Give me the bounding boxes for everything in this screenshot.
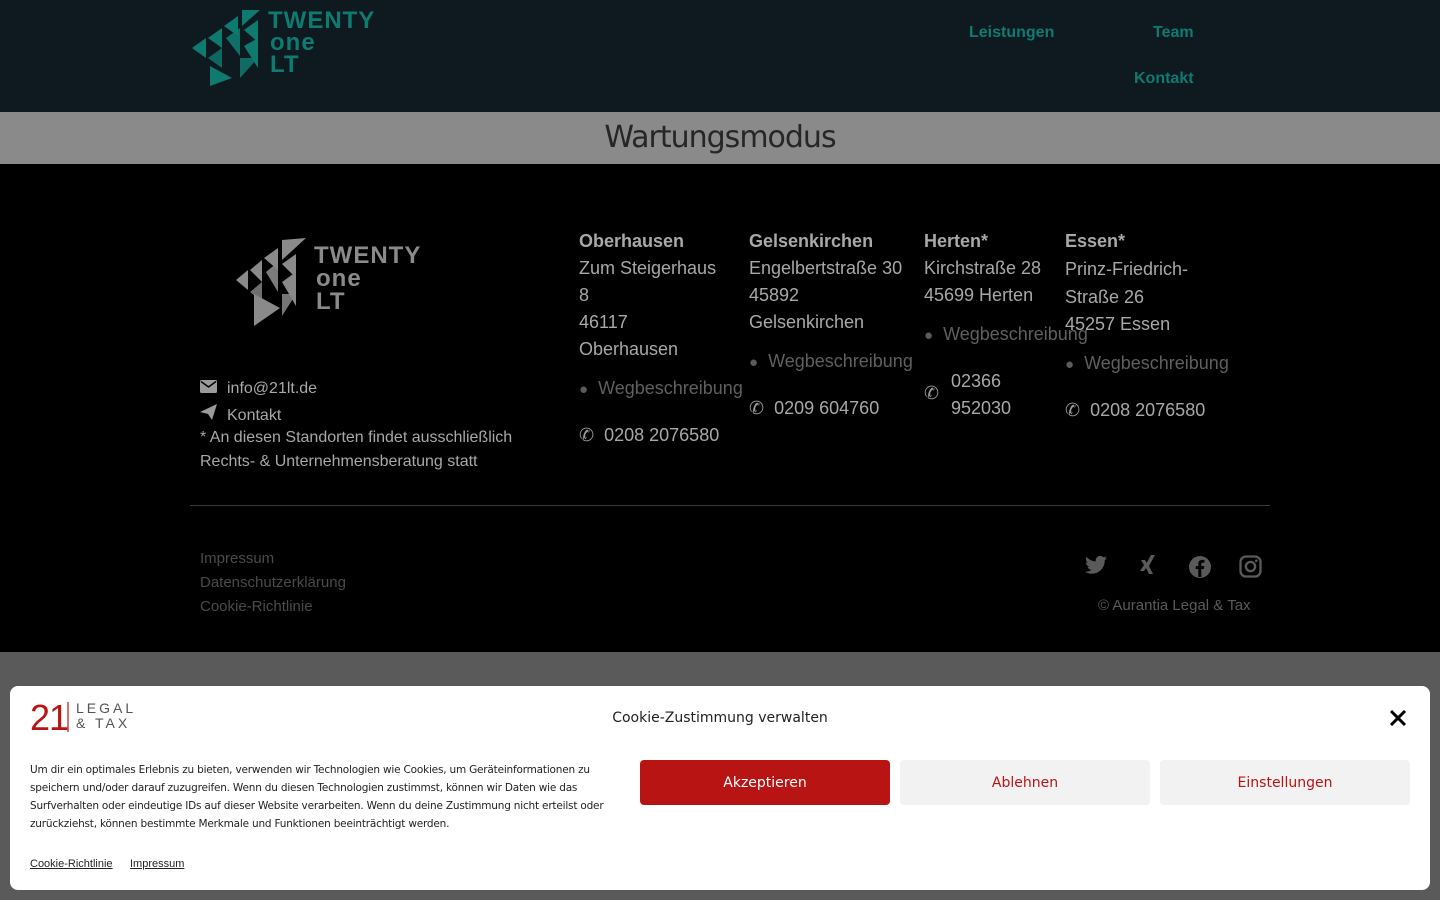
location-address-line: Oberhausen [579,339,679,359]
directions-text[interactable]: Wegbeschreibung [598,378,743,398]
footer-logo-triangles-icon [236,238,306,326]
phone-gelsenkirchen[interactable]: ✆ 0209 604760 [749,395,879,422]
copyright-text: © Aurantia Legal & Tax [1098,597,1251,614]
instagram-icon[interactable] [1239,555,1263,579]
footer-link-cookie-richtlinie[interactable]: Cookie-Richtlinie [200,598,313,615]
footer-divider [190,505,1270,506]
logo-word-3: LT [270,51,300,78]
footer-logo-word-1: TWENTY [314,242,422,269]
cookie-policy-link[interactable]: Cookie-Richtlinie [30,858,113,870]
location-essen: Essen* Prinz-Friedrich- Straße 26 45257 … [1065,228,1215,338]
footer-logo-text: TWENTY one LT [314,242,422,315]
logo-triangles-icon [192,10,260,86]
xing-icon[interactable] [1138,555,1162,579]
nav-leistungen[interactable]: Leistungen [969,24,1054,42]
map-pin-icon: ● [579,381,589,398]
directions-link-oberhausen[interactable]: ● Wegbeschreibung [579,378,743,399]
twitter-icon[interactable] [1084,555,1108,579]
location-address-line: Straße 26 [1065,287,1145,307]
location-city: Herten* [924,231,989,251]
directions-link-herten[interactable]: ● Wegbeschreibung [924,324,1088,345]
location-oberhausen: Oberhausen Zum Steigerhaus 8 46117 Oberh… [579,228,729,363]
phone-icon: ✆ [579,425,595,445]
phone-oberhausen[interactable]: ✆ 0208 2076580 [579,422,719,449]
map-pin-icon: ● [1065,356,1075,373]
location-address-line: Zum Steigerhaus [579,258,717,278]
directions-link-gelsenkirchen[interactable]: ● Wegbeschreibung [749,351,913,372]
footer-logo-word-2: one [316,265,362,292]
paper-plane-icon [200,404,218,425]
impressum-link[interactable]: Impressum [130,858,184,870]
location-address-line: 45699 Herten [924,285,1034,305]
location-city: Gelsenkirchen [749,231,874,251]
cookie-banner-text: Um dir ein optimales Erlebnis zu bieten,… [30,764,604,830]
location-herten: Herten* Kirchstraße 28 45699 Herten [924,228,1064,309]
maintenance-bar: Wartungsmodus [0,112,1440,164]
footer-email-text[interactable]: info@21lt.de [227,380,317,397]
close-icon[interactable] [1386,706,1410,730]
directions-link-essen[interactable]: ● Wegbeschreibung [1065,353,1229,374]
map-pin-icon: ● [924,327,934,344]
footer-contact-text[interactable]: Kontakt [227,407,281,424]
location-gelsenkirchen: Gelsenkirchen Engelbertstraße 30 45892 G… [749,228,919,336]
cookie-banner-title: Cookie-Zustimmung verwalten [612,710,828,726]
maintenance-title: Wartungsmodus [604,120,836,155]
map-pin-icon: ● [749,354,759,371]
phone-icon: ✆ [924,383,940,403]
header-logo-text: TWENTY one LT [268,9,375,78]
location-city: Essen* [1065,231,1126,251]
settings-button[interactable]: Einstellungen [1160,760,1410,805]
footer-link-datenschutz[interactable]: Datenschutzerklärung [200,574,346,591]
deny-button[interactable]: Ablehnen [900,760,1150,805]
footer-logo [236,236,308,333]
nav-kontakt[interactable]: Kontakt [1134,70,1194,88]
phone-icon: ✆ [1065,400,1081,420]
location-address-line: 45257 Essen [1065,314,1171,334]
location-address-line: Gelsenkirchen [749,312,865,332]
footer-note: * An diesen Standorten findet ausschließ… [200,429,513,470]
accept-button[interactable]: Akzeptieren [640,760,890,805]
footer-email[interactable]: info@21lt.de [200,380,317,398]
phone-essen[interactable]: ✆ 0208 2076580 [1065,397,1205,424]
site-header: TWENTY one LT Leistungen Team Kontakt [0,0,1440,112]
cookie-consent-banner: 21 LEGAL & TAX Cookie-Zustimmung verwalt… [10,686,1430,890]
directions-text[interactable]: Wegbeschreibung [768,351,913,371]
location-address-line: 8 [579,285,590,305]
footer-logo-word-3: LT [316,288,346,315]
header-logo[interactable] [192,8,270,91]
facebook-icon[interactable] [1188,555,1212,579]
envelope-icon [200,380,218,398]
phone-number[interactable]: 0209 604760 [774,398,879,418]
location-address-line: 45892 [749,285,800,305]
phone-icon: ✆ [749,398,765,418]
footer-contact-link[interactable]: Kontakt [200,404,281,425]
directions-text[interactable]: Wegbeschreibung [1084,353,1229,373]
phone-number[interactable]: 02366 952030 [951,368,1011,422]
phone-number[interactable]: 0208 2076580 [1090,400,1205,420]
location-address-line: Kirchstraße 28 [924,258,1042,278]
location-address-line: 46117 [579,312,628,332]
footer-link-impressum[interactable]: Impressum [200,550,274,567]
location-city: Oberhausen [579,231,685,251]
phone-number[interactable]: 0208 2076580 [604,425,719,445]
location-address-line: Engelbertstraße 30 [749,258,903,278]
nav-team[interactable]: Team [1153,24,1194,42]
location-address-line: Prinz-Friedrich- [1065,259,1189,279]
phone-herten[interactable]: ✆ 02366 952030 [924,368,1024,422]
